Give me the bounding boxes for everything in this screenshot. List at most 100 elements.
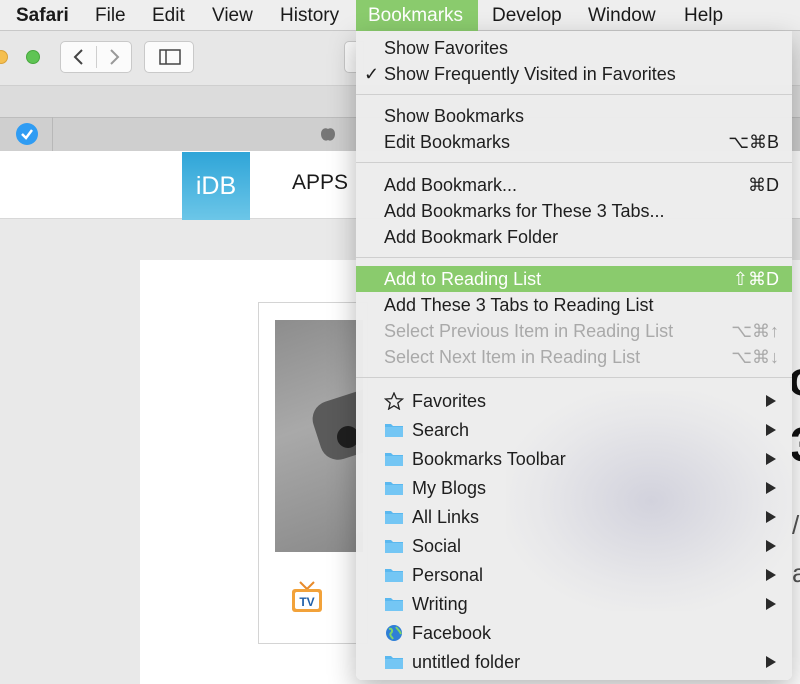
navigation-buttons (60, 41, 132, 73)
text-fragment: a (792, 558, 800, 588)
submenu-arrow-icon (766, 482, 776, 494)
add-to-reading-list-label: Add to Reading List (384, 269, 542, 289)
bookmark-label: Search (412, 420, 470, 440)
add-tabs-reading-list-item[interactable]: Add These 3 Tabs to Reading List (356, 292, 792, 318)
chevron-left-icon (73, 49, 83, 65)
folder-icon (385, 656, 403, 669)
bookmark-label: All Links (412, 507, 480, 527)
bookmark-label: Favorites (412, 391, 487, 411)
idb-logo[interactable]: iDB (182, 152, 250, 220)
show-favorites-item[interactable]: Show Favorites (356, 35, 792, 61)
folder-icon (385, 424, 403, 437)
menu-develop[interactable]: Develop (480, 0, 574, 31)
submenu-arrow-icon (766, 453, 776, 465)
add-tabs-reading-list-label: Add These 3 Tabs to Reading List (384, 295, 654, 315)
select-previous-item: Select Previous Item in Reading List ⌥⌘↑ (356, 318, 792, 344)
add-bookmarks-tabs-item[interactable]: Add Bookmarks for These 3 Tabs... (356, 198, 792, 224)
submenu-arrow-icon (766, 598, 776, 610)
bookmark-folder-social[interactable]: Social (356, 532, 792, 560)
select-next-label: Select Next Item in Reading List (384, 347, 641, 367)
bookmark-folder-all-links[interactable]: All Links (356, 503, 792, 531)
submenu-arrow-icon (766, 395, 776, 407)
select-previous-label: Select Previous Item in Reading List (384, 321, 674, 341)
menu-view[interactable]: View (200, 0, 265, 31)
add-bookmark-item[interactable]: Add Bookmark... ⌘D (356, 172, 792, 198)
bookmark-label: Personal (412, 565, 484, 585)
bookmark-favorites[interactable]: Favorites (356, 387, 792, 415)
menu-window[interactable]: Window (576, 0, 668, 31)
bookmark-folder-personal[interactable]: Personal (356, 561, 792, 589)
edit-bookmarks-shortcut: ⌥⌘B (728, 132, 779, 152)
add-to-reading-list-shortcut: ⇧⌘D (732, 269, 779, 289)
svg-text:TV: TV (299, 595, 314, 609)
menu-file[interactable]: File (83, 0, 138, 31)
bookmark-folder-untitled[interactable]: untitled folder (356, 648, 792, 676)
globe-icon (386, 625, 402, 641)
menu-history[interactable]: History (268, 0, 351, 31)
submenu-arrow-icon (766, 540, 776, 552)
menu-bookmarks[interactable]: Bookmarks (356, 0, 478, 31)
show-frequently-visited-label: Show Frequently Visited in Favorites (384, 64, 676, 84)
apple-logo-icon[interactable] (318, 124, 358, 144)
menu-safari[interactable]: Safari (4, 0, 81, 31)
bookmark-label: untitled folder (412, 652, 521, 672)
bookmark-folder-my-blogs[interactable]: My Blogs (356, 474, 792, 502)
zoom-button[interactable] (26, 50, 40, 64)
bookmark-label: Facebook (412, 623, 492, 643)
bookmarks-dropdown-menu: Show Favorites ✓ Show Frequently Visited … (356, 31, 792, 680)
add-bookmark-folder-label: Add Bookmark Folder (384, 227, 559, 247)
bookmark-label: Bookmarks Toolbar (412, 449, 566, 469)
nav-apps-link[interactable]: APPS (292, 171, 348, 195)
article-photo[interactable] (275, 320, 363, 552)
device-shape (307, 379, 363, 465)
folder-icon (385, 453, 403, 466)
select-next-item: Select Next Item in Reading List ⌥⌘↓ (356, 344, 792, 370)
bookmark-folder-search[interactable]: Search (356, 416, 792, 444)
submenu-arrow-icon (766, 424, 776, 436)
show-bookmarks-label: Show Bookmarks (384, 106, 525, 126)
folder-icon (385, 511, 403, 524)
chevron-right-icon (110, 49, 120, 65)
sidebar-toggle-button[interactable] (144, 41, 194, 73)
back-button[interactable] (61, 42, 96, 72)
select-previous-shortcut: ⌥⌘↑ (731, 321, 779, 341)
bookmark-label: My Blogs (412, 478, 487, 498)
submenu-arrow-icon (766, 511, 776, 523)
menu-separator (356, 257, 792, 258)
menu-help[interactable]: Help (672, 0, 735, 31)
add-bookmarks-tabs-label: Add Bookmarks for These 3 Tabs... (384, 201, 665, 221)
add-bookmark-shortcut: ⌘D (748, 175, 779, 195)
menu-edit[interactable]: Edit (140, 0, 197, 31)
select-next-shortcut: ⌥⌘↓ (731, 347, 779, 367)
show-favorites-label: Show Favorites (384, 38, 509, 58)
folder-icon (385, 598, 403, 611)
folder-icon (385, 540, 403, 553)
tv-logo-icon[interactable]: TV (290, 580, 324, 614)
menu-separator (356, 377, 792, 378)
star-icon (384, 392, 404, 410)
tab-divider (52, 117, 53, 151)
menu-separator (356, 94, 792, 95)
bookmark-facebook[interactable]: Facebook (356, 619, 792, 647)
menu-bar: Safari File Edit View History Bookmarks … (0, 0, 800, 31)
bookmark-label: Writing (412, 594, 468, 614)
submenu-arrow-icon (766, 656, 776, 668)
show-bookmarks-item[interactable]: Show Bookmarks (356, 103, 792, 129)
add-to-reading-list-item[interactable]: Add to Reading List ⇧⌘D (356, 266, 792, 292)
checkmark-badge-icon[interactable] (16, 123, 38, 145)
edit-bookmarks-item[interactable]: Edit Bookmarks ⌥⌘B (356, 129, 792, 155)
bookmark-folder-writing[interactable]: Writing (356, 590, 792, 618)
edit-bookmarks-label: Edit Bookmarks (384, 132, 511, 152)
add-bookmark-folder-item[interactable]: Add Bookmark Folder (356, 224, 792, 250)
folder-icon (385, 569, 403, 582)
show-frequently-visited-item[interactable]: ✓ Show Frequently Visited in Favorites (356, 61, 792, 87)
menu-separator (356, 162, 792, 163)
forward-button[interactable] (97, 42, 132, 72)
text-fragment: / (792, 510, 800, 540)
bookmark-label: Social (412, 536, 462, 556)
submenu-arrow-icon (766, 569, 776, 581)
sidebar-icon (159, 49, 181, 65)
checkmark-icon: ✓ (364, 64, 380, 84)
add-bookmark-label: Add Bookmark... (384, 175, 518, 195)
bookmark-folder-bookmarks-toolbar[interactable]: Bookmarks Toolbar (356, 445, 792, 473)
